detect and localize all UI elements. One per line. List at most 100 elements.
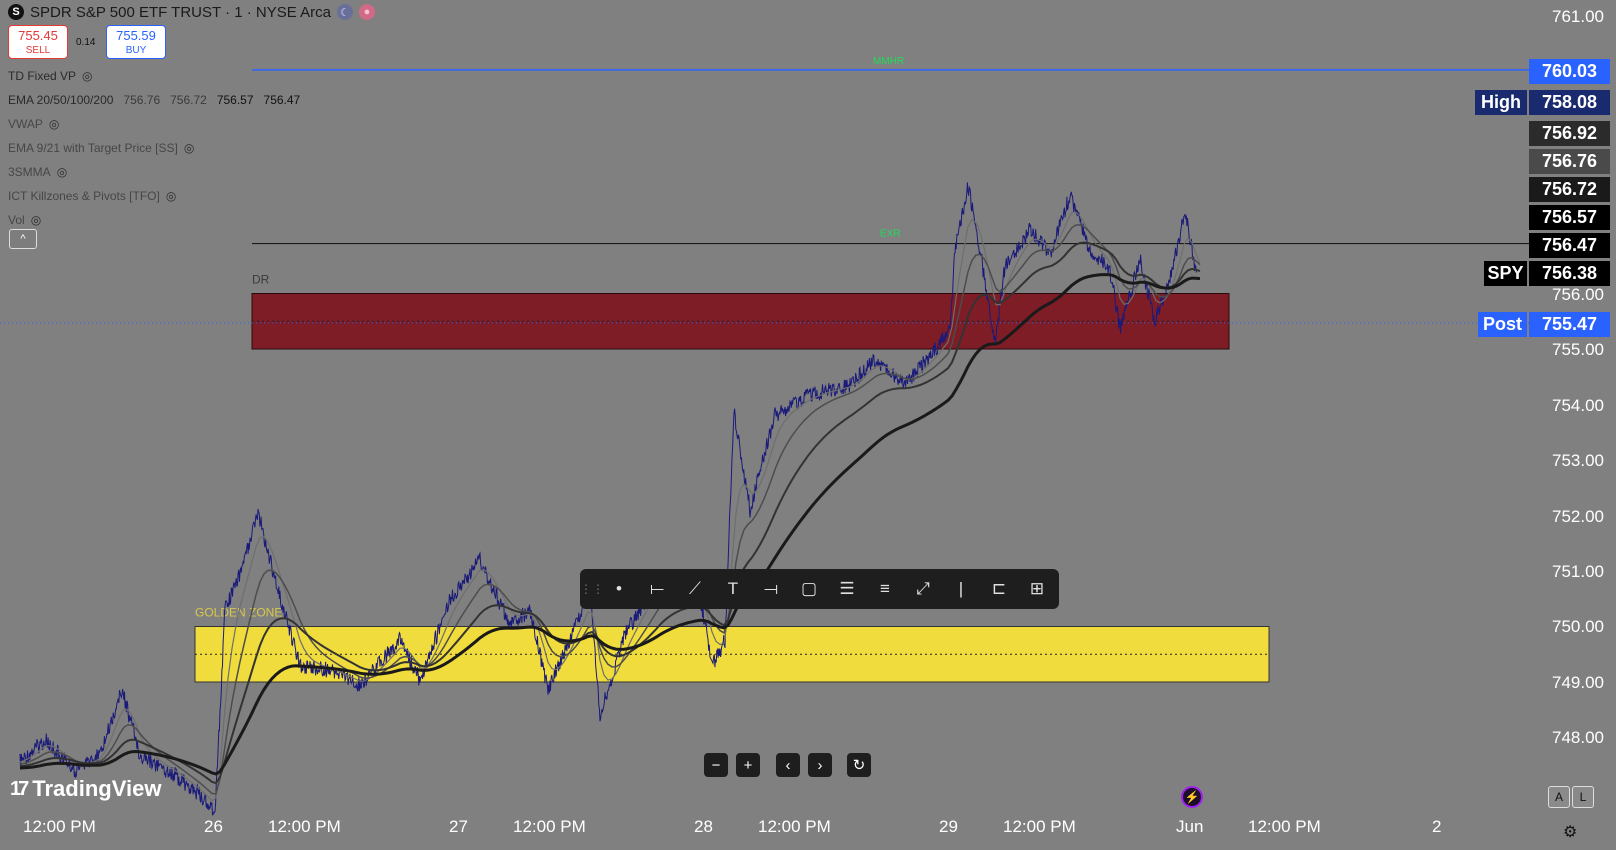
horizontal-line-icon[interactable]: ⟞ <box>752 569 790 609</box>
sell-button[interactable]: 755.45 SELL <box>8 25 68 59</box>
time-tick: 26 <box>204 817 223 836</box>
zoom-out-button[interactable]: − <box>704 753 728 777</box>
buy-price: 755.59 <box>116 28 156 43</box>
time-tick: 28 <box>694 817 713 836</box>
vertical-line-icon[interactable]: | <box>942 569 980 609</box>
buy-button[interactable]: 755.59 BUY <box>106 25 166 59</box>
horizontal-ray-icon[interactable]: ⟝ <box>638 569 676 609</box>
zoom-in-button[interactable]: + <box>736 753 760 777</box>
price-tag-ema[interactable]: 756.57 <box>1529 205 1610 230</box>
indicator-name: 3SMMA <box>8 165 51 179</box>
scroll-back-button[interactable]: ‹ <box>776 753 800 777</box>
price-tag-ema[interactable]: 756.47 <box>1529 233 1610 258</box>
path-icon[interactable]: ⤢ <box>904 569 942 609</box>
indicator-name: EMA 9/21 with Target Price [SS] <box>8 141 178 155</box>
price-tick: 748.00 <box>1552 728 1604 747</box>
hidden-eye-icon[interactable]: ◎ <box>31 213 41 227</box>
measure-icon[interactable]: ⊞ <box>1018 569 1056 609</box>
hidden-eye-icon[interactable]: ◎ <box>49 117 59 131</box>
price-tag-ema[interactable]: 756.76 <box>1529 149 1610 174</box>
collapse-legend-button[interactable]: ^ <box>9 229 37 249</box>
time-tick: 12:00 PM <box>268 817 341 836</box>
market-status-icon[interactable]: ● <box>358 4 375 20</box>
indicator-name: Vol <box>8 213 25 227</box>
symbol-logo-icon: S <box>8 4 24 20</box>
indicator-ict-killzones[interactable]: ICT Killzones & Pivots [TFO] ◎ <box>8 189 176 203</box>
price-tick: 751.00 <box>1552 562 1604 581</box>
indicator-ema-9-21[interactable]: EMA 9/21 with Target Price [SS] ◎ <box>8 141 194 155</box>
price-tick: 754.00 <box>1552 396 1604 415</box>
time-tick: 12:00 PM <box>1003 817 1076 836</box>
symbol-title[interactable]: SPDR S&P 500 ETF TRUST · 1 · NYSE Arca <box>30 4 331 21</box>
price-tick: 756.00 <box>1552 285 1604 304</box>
time-tick: Jun <box>1176 817 1204 836</box>
price-tag-post[interactable]: 755.47 <box>1529 312 1610 337</box>
time-tick: 29 <box>939 817 958 836</box>
symbol-header[interactable]: S SPDR S&P 500 ETF TRUST · 1 · NYSE Arca… <box>8 1 375 23</box>
log-scale-button[interactable]: L <box>1572 786 1594 808</box>
indicator-name: TD Fixed VP <box>8 69 77 83</box>
dr-label: DR <box>252 273 270 287</box>
hidden-eye-icon[interactable]: ◎ <box>166 189 176 203</box>
price-tick: 761.00 <box>1552 7 1604 26</box>
mmhr-label: MMHR <box>873 56 904 67</box>
indicator-name: ICT Killzones & Pivots [TFO] <box>8 189 160 203</box>
indicator-vwap[interactable]: VWAP ◎ <box>8 117 59 131</box>
text-icon[interactable]: T <box>714 569 752 609</box>
reset-chart-button[interactable]: ↻ <box>847 753 871 777</box>
fib-icon[interactable]: ☰ <box>828 569 866 609</box>
price-tag-label-spy: SPY <box>1484 261 1527 286</box>
moon-icon[interactable]: ☾ <box>336 4 353 20</box>
dot-icon[interactable]: • <box>600 569 638 609</box>
tradingview-glyph-icon: 17 <box>10 777 29 800</box>
brand-name: TradingView <box>32 776 162 801</box>
ema-value-100: 756.57 <box>216 93 254 107</box>
price-tag-ema[interactable]: 756.92 <box>1529 121 1610 146</box>
spread-value: 0.14 <box>76 37 96 48</box>
time-tick: 2 <box>1432 817 1442 836</box>
indicator-3smma[interactable]: 3SMMA ◎ <box>8 165 67 179</box>
sell-label: SELL <box>25 45 51 56</box>
indicator-ema[interactable]: EMA 20/50/100/200 756.76 756.72 756.57 7… <box>8 93 300 107</box>
price-tick: 755.00 <box>1552 340 1604 359</box>
exr-label: EXR <box>880 229 901 240</box>
scroll-forward-button[interactable]: › <box>808 753 832 777</box>
chevron-up-icon: ^ <box>20 233 26 245</box>
time-tick: 12:00 PM <box>1248 817 1321 836</box>
price-tick: 749.00 <box>1552 673 1604 692</box>
price-tag-label-post: Post <box>1478 312 1527 337</box>
ema-line <box>19 273 1201 776</box>
hidden-eye-icon[interactable]: ◎ <box>57 165 67 179</box>
time-tick: 12:00 PM <box>758 817 831 836</box>
price-chart[interactable]: MMHREXRDRGOLDEN ZONE <box>0 0 1616 850</box>
indicator-td-fixed-vp[interactable]: TD Fixed VP ◎ <box>8 69 93 83</box>
price-tick: 750.00 <box>1552 617 1604 636</box>
ema-value-50: 756.72 <box>170 93 207 107</box>
time-tick: 12:00 PM <box>23 817 96 836</box>
price-tag-high[interactable]: 758.08 <box>1529 90 1610 115</box>
ema-value-20: 756.76 <box>123 93 161 107</box>
rectangle-icon[interactable]: ▢ <box>790 569 828 609</box>
hidden-eye-icon[interactable]: ◎ <box>184 141 194 155</box>
time-tick: 12:00 PM <box>513 817 586 836</box>
drag-handle-icon[interactable]: ⋮⋮ <box>580 582 604 596</box>
sell-price: 755.45 <box>18 28 58 43</box>
gear-icon[interactable]: ⚙ <box>1563 822 1577 842</box>
drawing-toolbar: ⋮⋮ • ⟝ ⟋ T ⟞ ▢ ☰ ≡ ⤢ | ⊏ ⊞ <box>580 569 1059 609</box>
trend-line-icon[interactable]: ⟋ <box>676 569 714 609</box>
indicator-vol[interactable]: Vol ◎ <box>8 213 41 227</box>
indicator-name: EMA 20/50/100/200 <box>8 93 114 107</box>
auto-scale-button[interactable]: A <box>1548 786 1570 808</box>
lightning-icon[interactable]: ⚡ <box>1181 786 1203 808</box>
price-tag-last[interactable]: 756.38 <box>1529 261 1610 286</box>
price-tag-ema[interactable]: 756.72 <box>1529 177 1610 202</box>
long-position-icon[interactable]: ⊏ <box>980 569 1018 609</box>
price-tag-label-high: High <box>1475 90 1527 115</box>
indicator-name: VWAP <box>8 117 43 131</box>
buy-label: BUY <box>125 45 147 56</box>
price-tick: 752.00 <box>1552 507 1604 526</box>
price-tag-mmhr[interactable]: 760.03 <box>1529 59 1610 84</box>
hidden-eye-icon[interactable]: ◎ <box>82 69 92 83</box>
parallel-channel-icon[interactable]: ≡ <box>866 569 904 609</box>
ema-value-200: 756.47 <box>263 93 301 107</box>
